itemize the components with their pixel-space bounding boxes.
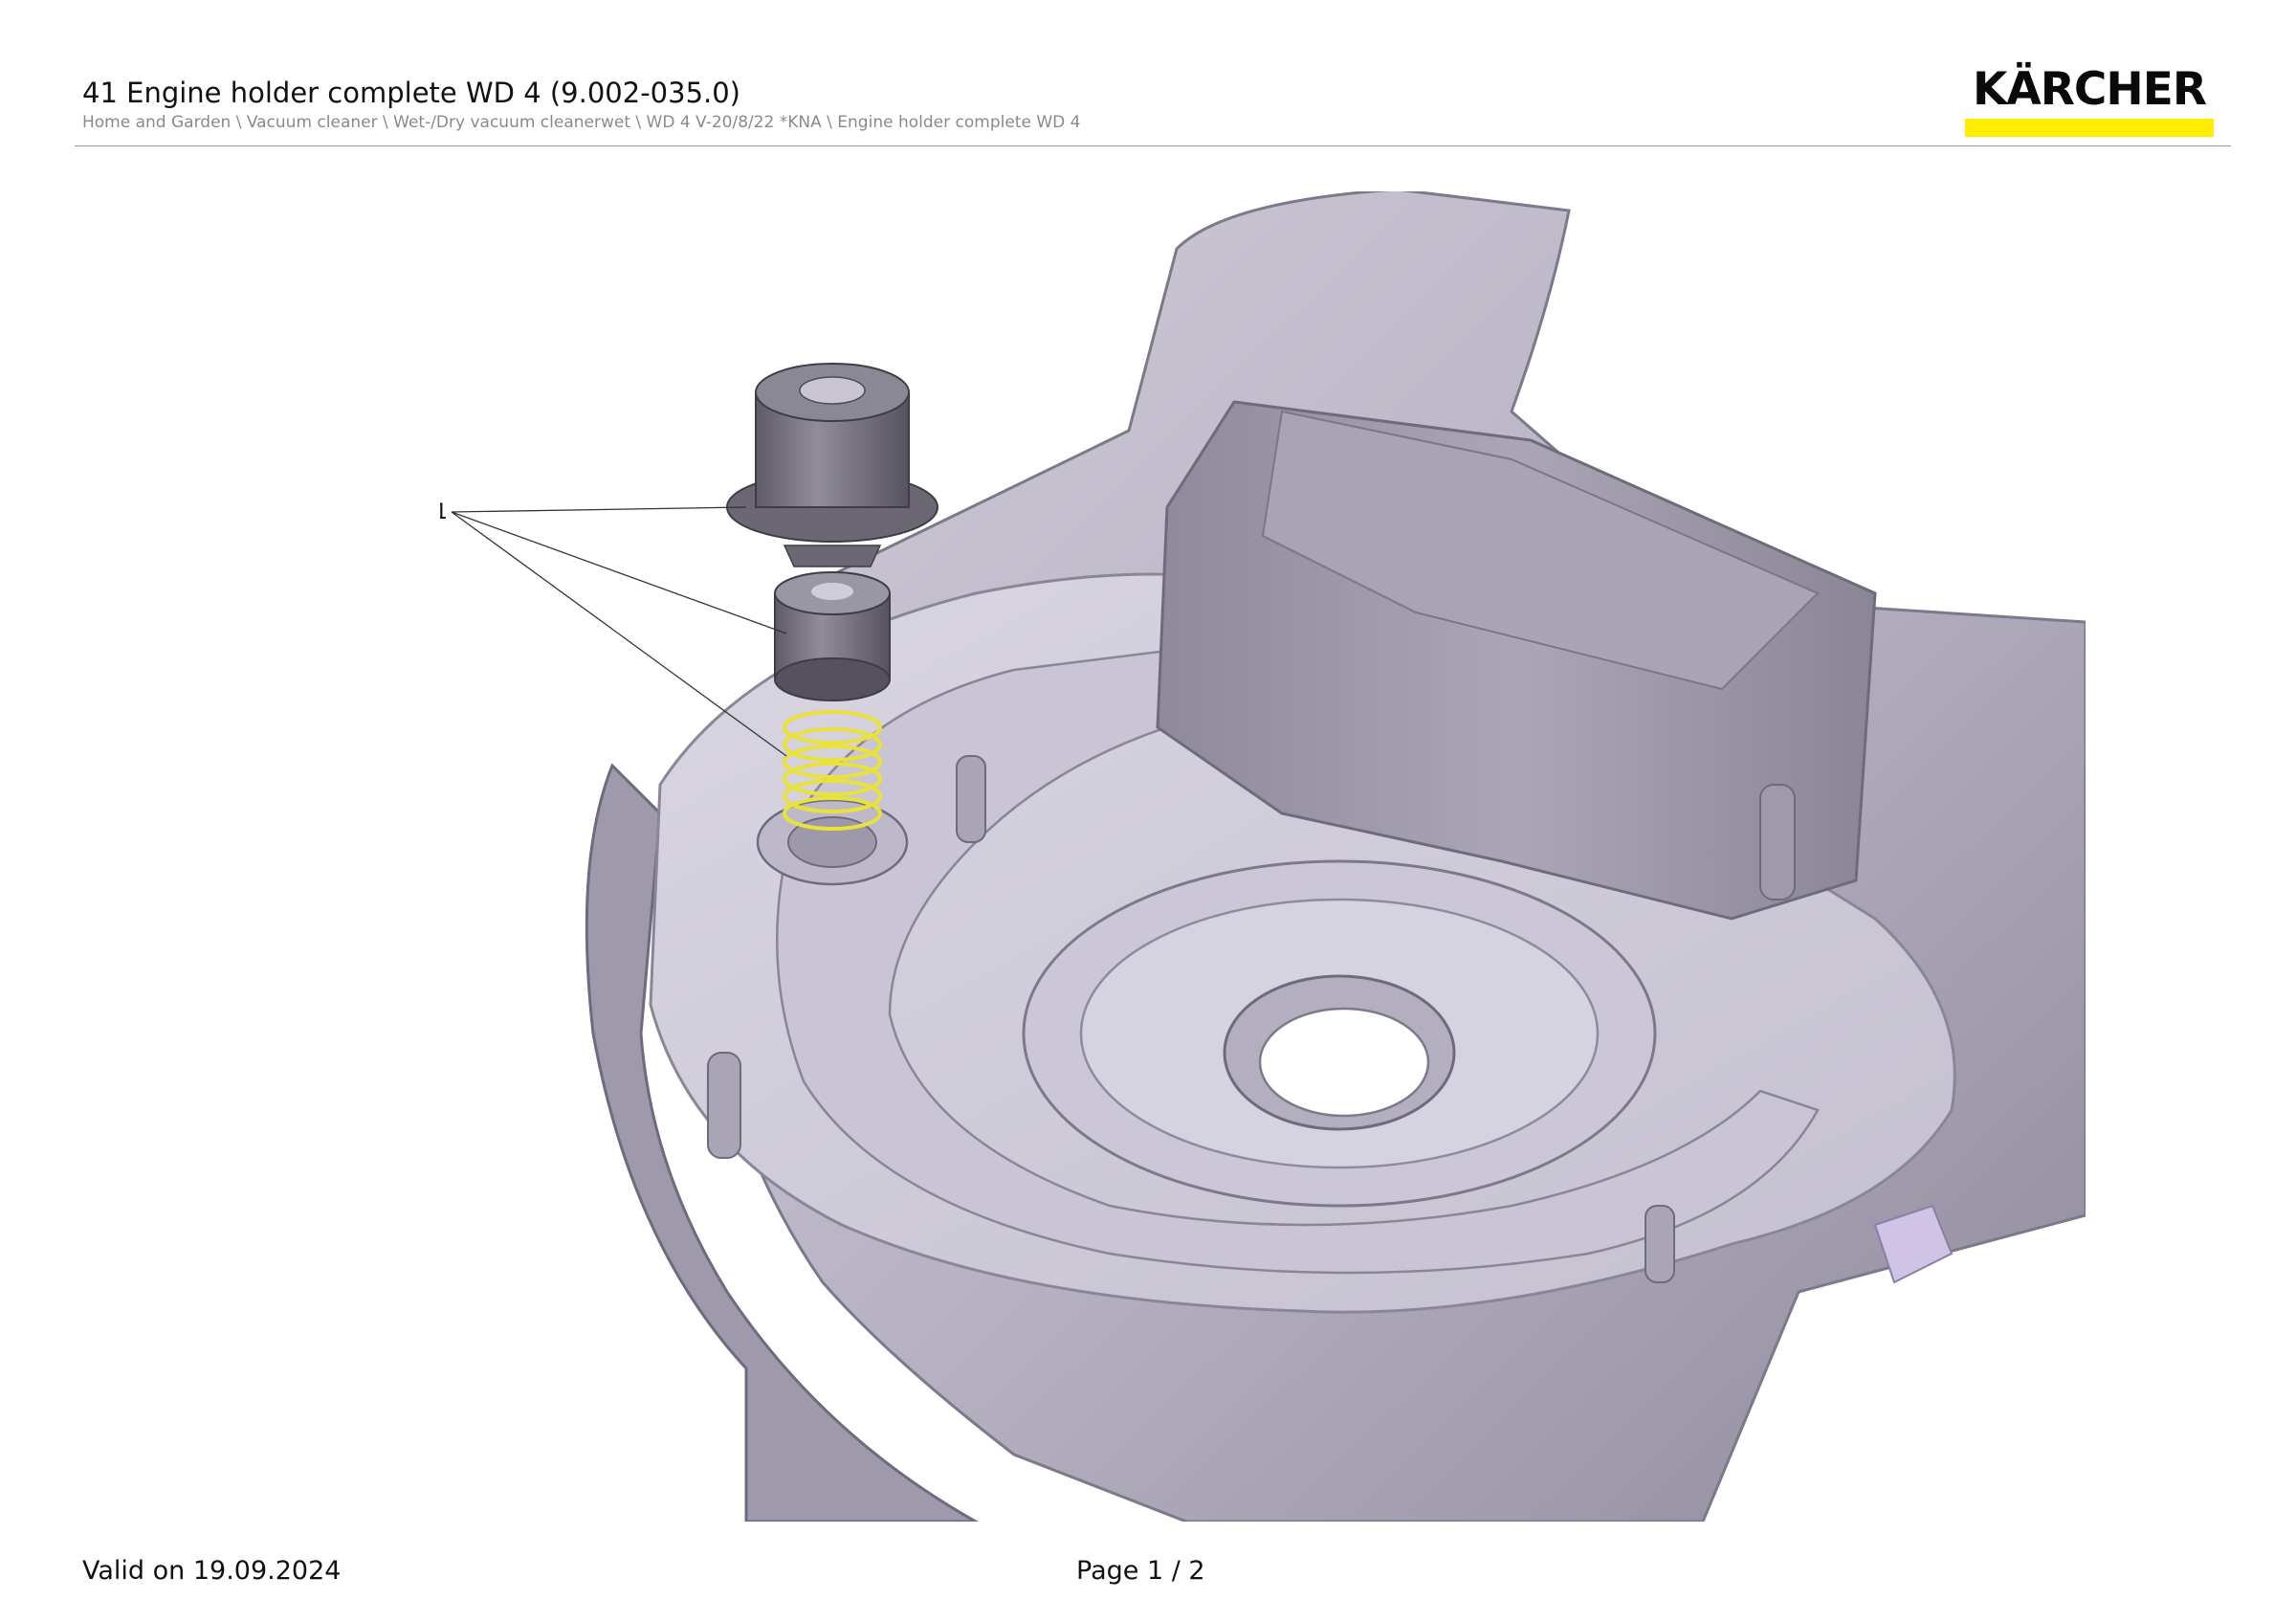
logo-wordmark: KÄRCHER <box>1972 63 2207 116</box>
logo-yellow-bar <box>1965 119 2214 137</box>
page-title: 41 Engine holder complete WD 4 (9.002-03… <box>82 77 740 109</box>
exploded-parts-drawing: 1 <box>440 191 2086 1522</box>
header-divider <box>75 145 2231 146</box>
breadcrumb[interactable]: Home and Garden \ Vacuum cleaner \ Wet-/… <box>82 113 1080 132</box>
valid-date: Valid on 19.09.2024 <box>82 1556 342 1586</box>
valve-cap <box>726 363 938 567</box>
page-number: Page 1 / 2 <box>1076 1556 1205 1586</box>
callout-number: 1 <box>440 500 448 524</box>
page-header: 41 Engine holder complete WD 4 (9.002-03… <box>0 0 2296 153</box>
valve-float <box>774 571 891 701</box>
karcher-logo: KÄRCHER <box>1963 65 2216 140</box>
callout-1: 1 <box>440 500 787 757</box>
